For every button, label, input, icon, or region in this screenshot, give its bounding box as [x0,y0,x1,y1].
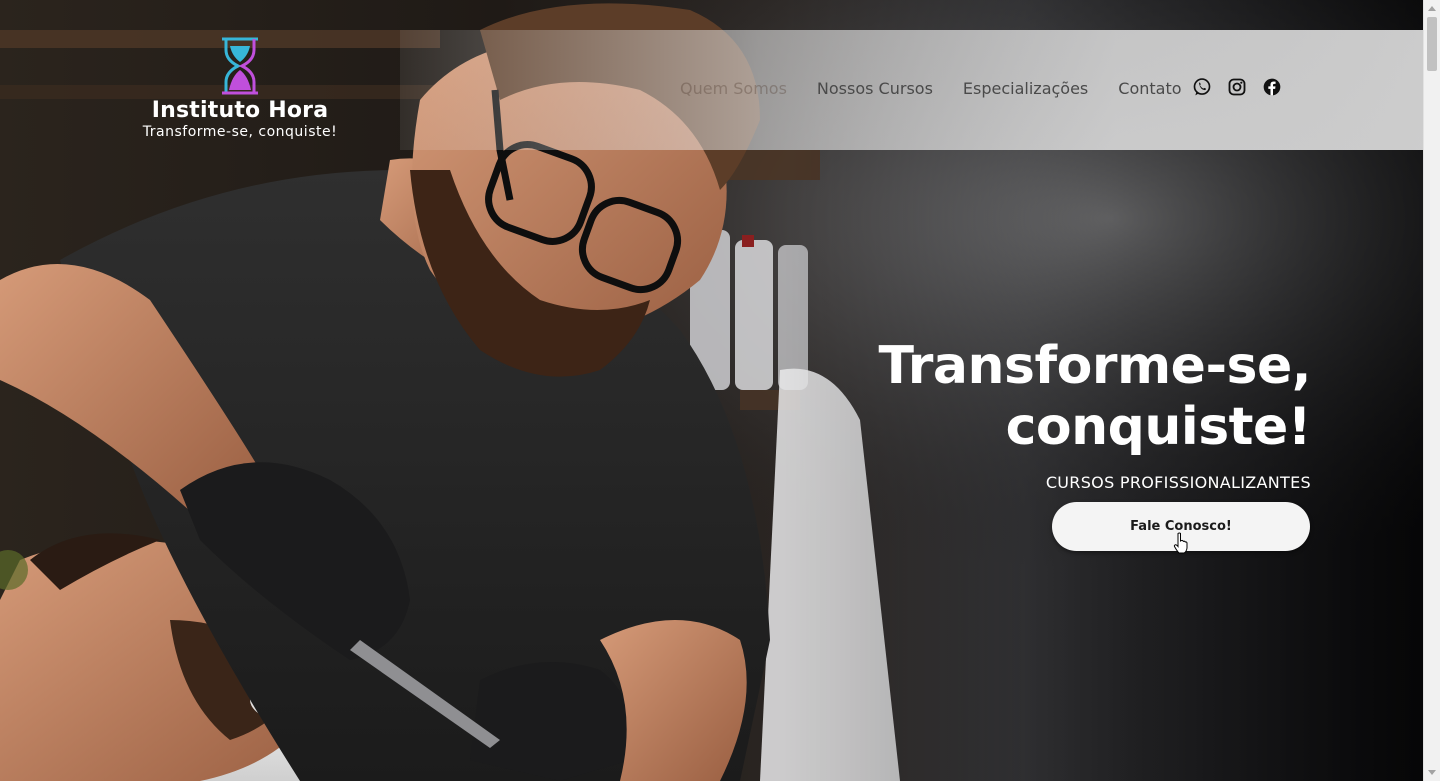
vertical-scrollbar[interactable] [1423,0,1440,781]
hand-cursor-icon [1173,532,1188,554]
hero-title-line-2: conquiste! [1005,397,1312,457]
nav-item-especializacoes[interactable]: Especializações [963,79,1088,98]
nav-item-quem-somos[interactable]: Quem Somos [680,79,787,98]
hero-subtitle: CURSOS PROFISSIONALIZANTES [1045,473,1311,492]
scroll-thumb[interactable] [1427,17,1437,71]
brand-tagline: Transforme-se, conquiste! [142,124,338,140]
facebook-icon[interactable] [1262,77,1282,97]
brand-name: Instituto Hora [151,98,329,123]
page: Instituto Hora Transforme-se, conquiste!… [0,0,1440,781]
hourglass-icon [222,37,258,95]
whatsapp-icon[interactable] [1192,77,1212,97]
nav-item-contato[interactable]: Contato [1118,79,1181,98]
instagram-icon[interactable] [1227,77,1247,97]
social-links [1192,77,1297,97]
scroll-down-arrow-icon[interactable] [1428,770,1436,775]
main-nav: Quem Somos Nossos Cursos Especializações… [680,76,1212,100]
nav-item-nossos-cursos[interactable]: Nossos Cursos [817,79,933,98]
hero-title-line-1: Transforme-se, [878,336,1312,396]
scroll-up-arrow-icon[interactable] [1428,6,1436,11]
hero-title: Transforme-se, conquiste! [791,336,1312,458]
brand-logo[interactable]: Instituto Hora Transforme-se, conquiste! [140,36,340,140]
